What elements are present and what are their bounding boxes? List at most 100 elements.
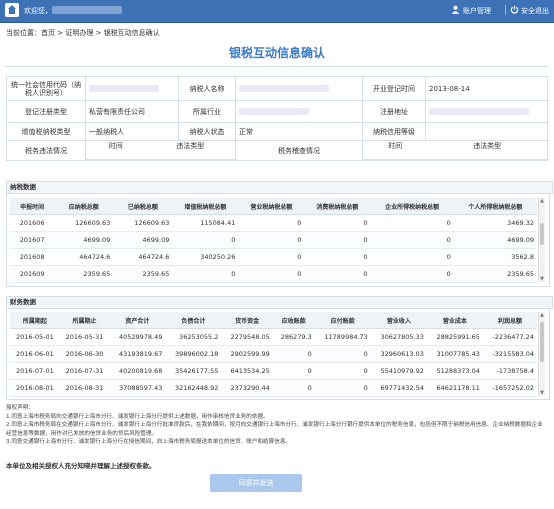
scroll-up-icon[interactable]: ▲ [539, 198, 545, 204]
table-row: 2016-07-01 2016-07-31 40200819.68 35426177.… [10, 362, 537, 380]
table-cell: 51288373.04 [426, 362, 483, 380]
breadcrumb: 当前位置：首页 > 证明办理 > 银税互动信息确认 [6, 28, 160, 38]
finance-data-table: 所属期起 所属期止 资产合计 负债合计 货币资金 应收账款 应付账款 营业收入 营业成本 利润总额… [10, 312, 537, 397]
finance-scrollbar[interactable]: ▲ ▼ [538, 312, 545, 396]
reg-type-label: 登记注册类型 [6, 100, 86, 123]
table-cell: 201606 [10, 214, 55, 232]
table-cell: 2016-08-31 [59, 379, 110, 397]
divider [505, 5, 506, 15]
table-cell: 32162448.92 [165, 379, 222, 397]
logout-link[interactable]: 安全退出 [521, 6, 549, 16]
taxpayer-name-label: 纳税人名称 [178, 76, 236, 101]
table-cell: 0 [314, 345, 371, 363]
table-row: 2016-08-01 2016-08-31 37088597.43 32162448.… [10, 379, 537, 397]
table-cell: 0 [272, 379, 315, 397]
column-header: 已纳税总额 [113, 198, 173, 215]
power-icon[interactable] [510, 5, 519, 14]
scroll-thumb[interactable] [540, 322, 544, 362]
user-icon[interactable] [451, 5, 460, 14]
table-cell: 126609.63 [113, 214, 173, 232]
table-cell: 0 [238, 248, 305, 266]
table-cell: 464724.6 [113, 248, 173, 266]
table-cell: 2016-07-31 [59, 362, 110, 380]
blurred-value [239, 85, 329, 92]
reg-address-label: 注册地址 [362, 100, 426, 123]
column-header: 应纳税总额 [54, 198, 114, 215]
column-header: 营业税纳税总额 [238, 198, 305, 215]
table-cell: 0 [304, 248, 371, 266]
tax-scrollbar[interactable]: ▲ ▼ [538, 198, 545, 282]
table-cell: 0 [172, 231, 239, 249]
table-cell: 0 [272, 362, 315, 380]
table-cell: 4699.09 [453, 231, 537, 249]
table-cell: 37088597.43 [109, 379, 166, 397]
table-cell: 126609.63 [54, 214, 114, 232]
table-cell: 0 [314, 379, 371, 397]
table-body: 201606 126609.63 126609.63 115084.41 0 0 0 3469… [10, 214, 537, 283]
authorization-declaration: 授权声明： 1.同意上海市税务局向交通银行上海市分行、浦发银行上海分行提供上述数… [6, 404, 546, 447]
column-header: 营业成本 [426, 312, 483, 329]
credit-code-label: 统一社会信用代码（纳税人识别号） [6, 76, 86, 101]
breadcrumb-home[interactable]: 首页 [41, 29, 55, 37]
table-cell: 0 [304, 231, 371, 249]
table-cell: 3469.32 [453, 214, 537, 232]
table-cell: 2016-06-30 [59, 345, 110, 363]
industry-label: 所属行业 [178, 100, 236, 123]
vat-type-value: 一般纳税人 [85, 122, 179, 141]
tax-data-table: 申报时间 应纳税总额 已纳税总额 增值税纳税总额 营业税纳税总额 消费税纳税总额 企业所得税… [10, 198, 537, 283]
reg-type-value: 私营有限责任公司 [85, 100, 179, 123]
scroll-thumb[interactable] [540, 223, 544, 245]
table-cell: 0 [272, 345, 315, 363]
table-cell: -1738758.4 [482, 362, 537, 380]
table-cell: 30627805.33 [370, 328, 427, 346]
table-cell: 2279548.05 [221, 328, 273, 346]
table-cell: 64621178.11 [426, 379, 483, 397]
table-cell: 2902599.99 [221, 345, 273, 363]
column-header: 消费税纳税总额 [304, 198, 371, 215]
table-cell: 11789984.73 [314, 328, 371, 346]
table-cell: 2359.65 [453, 265, 537, 283]
home-icon[interactable] [5, 3, 19, 17]
declaration-line-2: 2.同意上海市税务局在交通银行上海市分行、浦发银行上海分行批准贷款后，在我依期间… [6, 422, 543, 437]
account-management-link[interactable]: 账户管理 [463, 6, 491, 16]
column-header: 应收账款 [272, 312, 315, 329]
audit-label: 税务稽查情况 [235, 140, 363, 161]
column-header: 资产合计 [109, 312, 166, 329]
agree-statement: 本单位及相关授权人充分知晓并理解上述授权条款。 [6, 462, 156, 470]
industry-value [235, 100, 363, 123]
table-cell: 31007785.43 [426, 345, 483, 363]
table-cell: 201609 [10, 265, 55, 283]
blurred-value [89, 85, 159, 92]
table-cell: 43193819.67 [109, 345, 166, 363]
violation-type-label: 违法类型 [176, 142, 205, 150]
agree-and-send-button[interactable]: 同意并发送 [210, 474, 302, 492]
violation-time-label: 时间 [108, 142, 123, 150]
scroll-down-icon[interactable]: ▼ [539, 276, 545, 282]
table-row: 2016-06-01 2016-06-30 43193819.67 39896002.… [10, 345, 537, 363]
credit-code-value [85, 76, 179, 101]
breadcrumb-arrow: > [57, 29, 64, 37]
table-cell: 201608 [10, 248, 55, 266]
table-cell: 2016-05-31 [59, 328, 110, 346]
open-date-label: 开业登记时间 [362, 76, 426, 101]
breadcrumb-level2[interactable]: 证明办理 [65, 29, 93, 37]
scroll-up-icon[interactable]: ▲ [539, 312, 545, 318]
audit-time-label: 时间 [388, 142, 403, 150]
table-cell: 0 [238, 214, 305, 232]
table-row: 201607 4699.09 4699.09 0 0 0 0 4699.09 [10, 231, 537, 249]
audit-cell: 时间 违法类型 [362, 140, 548, 161]
table-cell: 0 [370, 248, 454, 266]
column-header: 个人所得税纳税总额 [453, 198, 537, 215]
table-cell: 39896002.18 [165, 345, 222, 363]
table-cell: 0 [304, 265, 371, 283]
table-cell: 35426177.55 [165, 362, 222, 380]
table-cell: 0 [370, 231, 454, 249]
table-row: 201608 464724.6 464724.6 340250.26 0 0 0 3562.8 [10, 248, 537, 266]
scroll-down-icon[interactable]: ▼ [539, 390, 545, 396]
vat-type-label: 增值税纳税类型 [6, 122, 86, 141]
table-cell: 0 [370, 265, 454, 283]
blurred-value [239, 108, 309, 115]
table-cell: 2016-08-01 [10, 379, 60, 397]
status-value: 正常 [235, 122, 363, 141]
table-row: 201606 126609.63 126609.63 115084.41 0 0 0 3469… [10, 214, 537, 232]
